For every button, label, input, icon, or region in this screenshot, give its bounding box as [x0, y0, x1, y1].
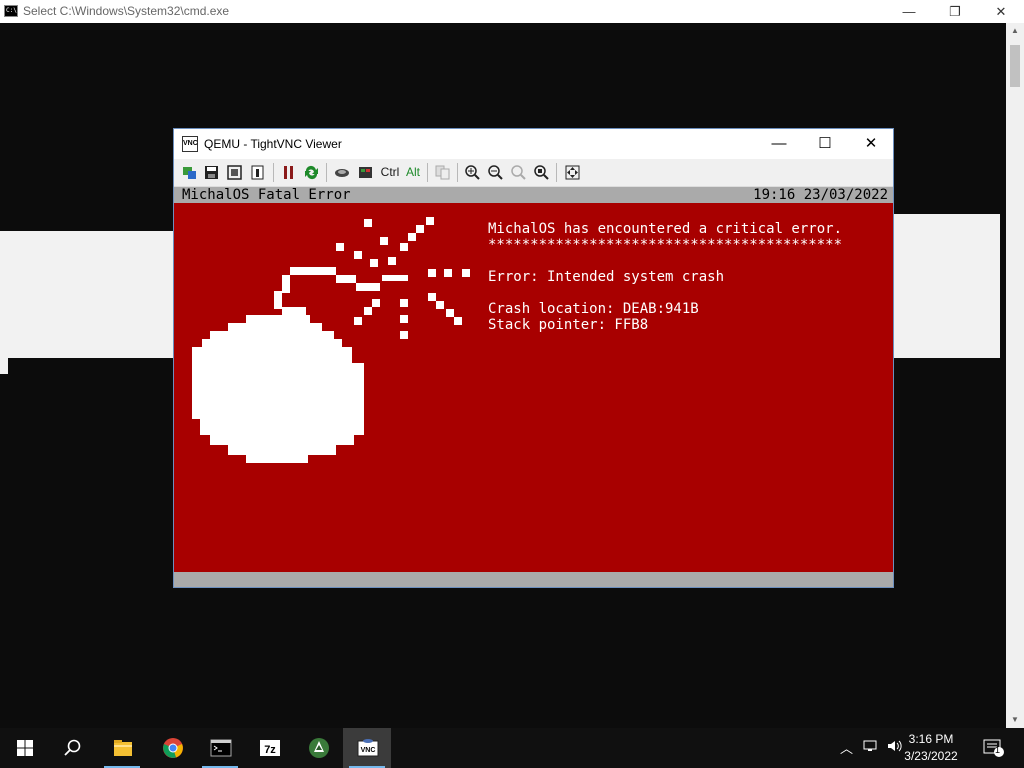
notification-count: 1: [995, 745, 1001, 755]
error-separator: ****************************************…: [488, 237, 843, 253]
remote-screen[interactable]: MichalOS Fatal Error 19:16 23/03/2022 Mi…: [174, 187, 893, 587]
cmd-icon: [210, 739, 232, 757]
taskbar-app-tightvnc[interactable]: VNC: [343, 728, 391, 768]
scroll-down-arrow-icon[interactable]: ▼: [1006, 712, 1024, 728]
vnc-toolbar: Ctrl Alt: [174, 159, 893, 187]
cmd-restore-button[interactable]: ❐: [932, 0, 978, 23]
taskbar: 7z VNC ︿ 3:16 PM 3/23/2022 1: [0, 728, 1024, 768]
ctrl-alt-del-icon[interactable]: [334, 164, 351, 181]
ctrl-key-button[interactable]: Ctrl: [379, 164, 401, 181]
zoom-auto-icon[interactable]: [533, 164, 550, 181]
action-center-icon[interactable]: 1: [982, 738, 1004, 761]
chrome-icon: [163, 738, 183, 758]
folder-icon: [114, 740, 132, 756]
cmd-selection-highlight: [0, 358, 8, 374]
connection-info-icon[interactable]: [249, 164, 266, 181]
clipboard-icon[interactable]: [434, 164, 451, 181]
taskbar-app-file-explorer[interactable]: [98, 728, 146, 768]
bomb-icon: [192, 217, 470, 463]
new-connection-icon[interactable]: [181, 164, 198, 181]
os-footer-bar: [174, 572, 893, 587]
vnc-maximize-button[interactable]: ☐: [802, 129, 848, 159]
cmd-scrollbar[interactable]: ▲ ▼: [1006, 23, 1024, 728]
show-hidden-icons-icon[interactable]: ︿: [840, 738, 853, 757]
os-header-clock: 19:16 23/03/2022: [753, 187, 888, 203]
tightvnc-icon: VNC: [357, 739, 379, 757]
vnc-app-icon: VNC: [182, 136, 198, 152]
inkscape-icon: [309, 738, 329, 758]
system-clock[interactable]: 3:16 PM 3/23/2022: [896, 731, 966, 765]
scroll-up-arrow-icon[interactable]: ▲: [1006, 23, 1024, 39]
zoom-in-icon[interactable]: [464, 164, 481, 181]
taskbar-app-inkscape[interactable]: [294, 728, 342, 768]
pause-icon[interactable]: [280, 164, 297, 181]
error-message: Error: Intended system crash: [488, 269, 725, 285]
ctrl-esc-icon[interactable]: [357, 164, 374, 181]
toolbar-separator: [556, 163, 557, 182]
vnc-window[interactable]: VNC QEMU - TightVNC Viewer — ☐ ✕ Ctrl Al…: [173, 128, 894, 588]
toolbar-separator: [326, 163, 327, 182]
7zip-icon: 7z: [260, 740, 280, 756]
taskbar-app-cmd[interactable]: [196, 728, 244, 768]
svg-text:7z: 7z: [264, 744, 276, 756]
crash-location: Crash location: DEAB:941B: [488, 301, 699, 317]
cmd-icon: [4, 5, 18, 17]
taskbar-app-7zip[interactable]: 7z: [245, 728, 293, 768]
vnc-minimize-button[interactable]: —: [756, 129, 802, 159]
vnc-titlebar[interactable]: VNC QEMU - TightVNC Viewer — ☐ ✕: [174, 129, 893, 159]
cmd-close-button[interactable]: ✕: [978, 0, 1024, 23]
scrollbar-thumb[interactable]: [1010, 45, 1020, 87]
zoom-out-icon[interactable]: [487, 164, 504, 181]
search-button[interactable]: [48, 728, 96, 768]
save-icon[interactable]: [203, 164, 220, 181]
cmd-titlebar[interactable]: Select C:\Windows\System32\cmd.exe — ❐ ✕: [0, 0, 1024, 23]
cmd-selection-highlight: [0, 231, 173, 358]
start-button[interactable]: [0, 728, 48, 768]
refresh-icon[interactable]: [303, 164, 320, 181]
error-heading: MichalOS has encountered a critical erro…: [488, 221, 843, 237]
vnc-title: QEMU - TightVNC Viewer: [204, 137, 342, 151]
clock-date: 3/23/2022: [904, 749, 958, 763]
toolbar-separator: [273, 163, 274, 182]
zoom-100-icon[interactable]: [510, 164, 527, 181]
options-icon[interactable]: [226, 164, 243, 181]
cmd-selection-highlight: [894, 214, 1000, 358]
network-icon[interactable]: [862, 738, 878, 757]
clock-time: 3:16 PM: [908, 732, 954, 746]
vnc-close-button[interactable]: ✕: [848, 129, 894, 159]
windows-icon: [17, 740, 33, 756]
fullscreen-icon[interactable]: [564, 164, 581, 181]
search-icon: [64, 739, 81, 756]
stack-pointer: Stack pointer: FFB8: [488, 317, 649, 333]
toolbar-separator: [457, 163, 458, 182]
cmd-title: Select C:\Windows\System32\cmd.exe: [23, 4, 230, 18]
svg-text:VNC: VNC: [361, 747, 376, 754]
alt-key-button[interactable]: Alt: [403, 164, 423, 181]
taskbar-app-chrome[interactable]: [148, 728, 196, 768]
toolbar-separator: [427, 163, 428, 182]
cmd-minimize-button[interactable]: —: [886, 0, 932, 23]
